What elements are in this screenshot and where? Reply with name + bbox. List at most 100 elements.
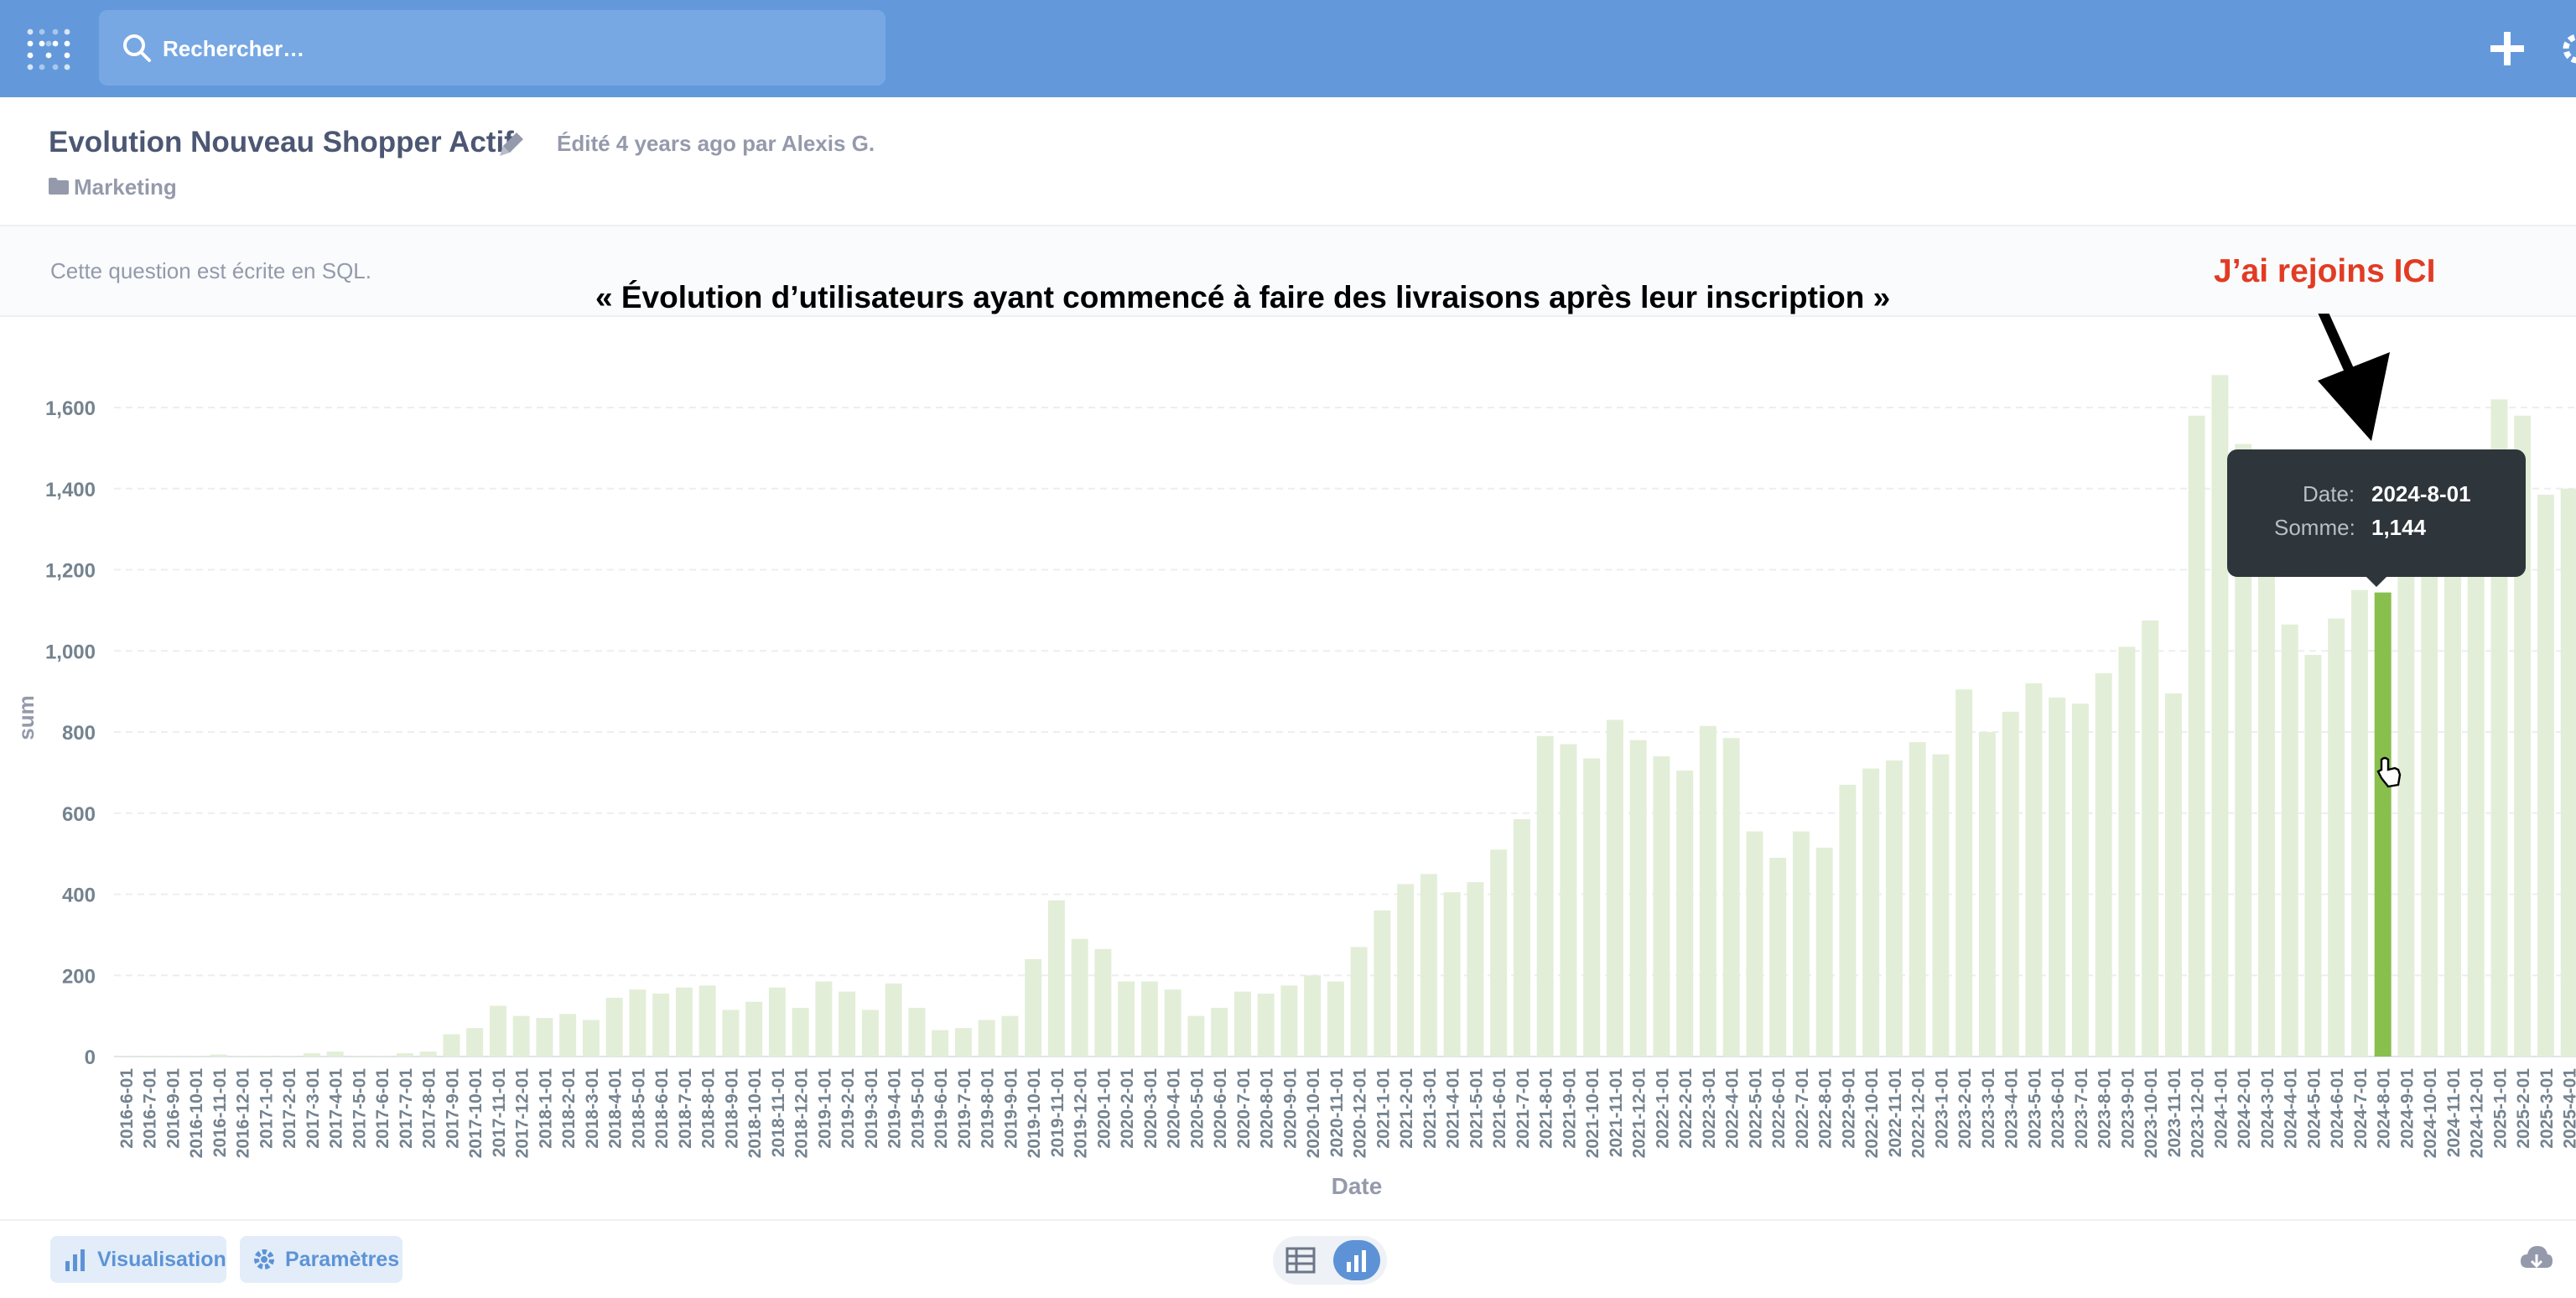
bar-2017-3-01[interactable] <box>303 1053 320 1057</box>
bar-2023-11-01[interactable] <box>2164 693 2182 1057</box>
bar-2020-1-01[interactable] <box>1094 948 1112 1057</box>
bar-2021-3-01[interactable] <box>1420 874 1437 1057</box>
bar-2022-8-01[interactable] <box>1815 847 1833 1057</box>
new-plus-icon[interactable] <box>2484 25 2531 72</box>
bar-2023-8-01[interactable] <box>2095 672 2112 1057</box>
bar-2024-10-01[interactable] <box>2421 529 2438 1057</box>
bar-2023-7-01[interactable] <box>2071 704 2089 1057</box>
bar-2017-11-01[interactable] <box>489 1005 506 1057</box>
bar-2019-1-01[interactable] <box>815 981 833 1057</box>
bar-2016-9-01[interactable] <box>164 1056 181 1057</box>
bar-2017-7-01[interactable] <box>396 1053 413 1057</box>
bar-2023-2-01[interactable] <box>1955 689 1973 1057</box>
bar-2022-4-01[interactable] <box>1722 738 1740 1057</box>
bar-2020-8-01[interactable] <box>1257 994 1275 1057</box>
visualisation-button[interactable]: Visualisation <box>50 1236 226 1283</box>
bar-2017-2-01[interactable] <box>280 1056 298 1057</box>
bar-2019-9-01[interactable] <box>1001 1015 1019 1057</box>
bar-2024-9-01[interactable] <box>2397 537 2415 1057</box>
bar-2019-7-01[interactable] <box>954 1028 972 1057</box>
bar-2022-11-01[interactable] <box>1885 760 1903 1057</box>
bar-2020-6-01[interactable] <box>1211 1007 1228 1057</box>
bar-2018-3-01[interactable] <box>582 1020 600 1057</box>
bar-2019-10-01[interactable] <box>1025 958 1042 1057</box>
bar-2021-1-01[interactable] <box>1374 910 1391 1057</box>
bar-2020-11-01[interactable] <box>1327 981 1344 1057</box>
bar-2019-11-01[interactable] <box>1047 900 1065 1057</box>
settings-gear-icon[interactable] <box>2558 29 2576 69</box>
bar-2021-5-01[interactable] <box>1467 881 1484 1057</box>
bar-2023-5-01[interactable] <box>2025 683 2043 1057</box>
bar-2019-5-01[interactable] <box>908 1007 926 1057</box>
bar-2019-6-01[interactable] <box>932 1030 949 1057</box>
pencil-edit-icon[interactable] <box>495 127 528 161</box>
bar-2022-6-01[interactable] <box>1769 857 1787 1057</box>
metabase-logo-icon[interactable] <box>27 27 70 70</box>
bar-2022-9-01[interactable] <box>1839 784 1857 1057</box>
bar-2023-1-01[interactable] <box>1932 754 1950 1057</box>
bar-2018-11-01[interactable] <box>768 987 786 1057</box>
bar-2021-10-01[interactable] <box>1583 758 1601 1057</box>
bar-2018-10-01[interactable] <box>745 1001 763 1057</box>
bar-2024-6-01[interactable] <box>2328 618 2345 1057</box>
bar-2018-7-01[interactable] <box>675 987 693 1057</box>
bar-2017-10-01[interactable] <box>466 1028 484 1057</box>
download-cloud-icon[interactable] <box>2519 1244 2554 1275</box>
bar-2021-8-01[interactable] <box>1536 735 1554 1057</box>
bar-2020-5-01[interactable] <box>1187 1015 1205 1057</box>
bar-2018-6-01[interactable] <box>652 994 670 1057</box>
bar-2016-6-01[interactable] <box>117 1056 134 1057</box>
bar-2018-2-01[interactable] <box>559 1014 577 1057</box>
table-view-icon[interactable] <box>1285 1244 1317 1276</box>
bar-2020-3-01[interactable] <box>1140 981 1158 1057</box>
bar-2018-8-01[interactable] <box>699 985 716 1057</box>
bar-2021-2-01[interactable] <box>1397 884 1415 1057</box>
bar-2016-11-01[interactable] <box>210 1054 227 1057</box>
bar-2018-4-01[interactable] <box>605 997 623 1057</box>
bar-2024-7-01[interactable] <box>2350 589 2368 1057</box>
bar-2022-2-01[interactable] <box>1676 770 1694 1057</box>
bar-2022-12-01[interactable] <box>1909 742 1926 1057</box>
bar-2019-8-01[interactable] <box>978 1020 995 1057</box>
bar-2024-5-01[interactable] <box>2304 655 2322 1057</box>
bar-2018-1-01[interactable] <box>536 1018 553 1057</box>
bar-2025-3-01[interactable] <box>2537 495 2554 1057</box>
bar-2024-12-01[interactable] <box>2467 508 2485 1057</box>
bar-2023-10-01[interactable] <box>2142 620 2159 1057</box>
bar-2016-12-01[interactable] <box>233 1056 251 1057</box>
bar-2017-1-01[interactable] <box>257 1056 274 1057</box>
bar-2022-1-01[interactable] <box>1653 756 1670 1057</box>
bar-2021-7-01[interactable] <box>1513 819 1530 1057</box>
bar-2021-9-01[interactable] <box>1560 744 1577 1057</box>
bar-2017-12-01[interactable] <box>512 1015 530 1057</box>
bar-2022-5-01[interactable] <box>1746 831 1763 1057</box>
bar-2020-2-01[interactable] <box>1118 981 1135 1057</box>
chart-view-button[interactable] <box>1333 1240 1380 1280</box>
bar-2016-7-01[interactable] <box>140 1056 158 1057</box>
bar-2019-12-01[interactable] <box>1071 938 1088 1057</box>
bar-2024-4-01[interactable] <box>2281 624 2298 1057</box>
bar-2024-8-01[interactable] <box>2374 592 2392 1057</box>
bar-2023-12-01[interactable] <box>2188 415 2205 1057</box>
bar-2020-10-01[interactable] <box>1304 975 1322 1057</box>
bar-2016-10-01[interactable] <box>187 1056 205 1057</box>
bar-2019-4-01[interactable] <box>885 983 902 1057</box>
bar-2020-7-01[interactable] <box>1233 991 1251 1057</box>
bar-2021-12-01[interactable] <box>1629 740 1647 1057</box>
bar-2018-5-01[interactable] <box>629 989 647 1057</box>
bar-2018-12-01[interactable] <box>792 1007 809 1057</box>
bar-2023-6-01[interactable] <box>2049 697 2066 1057</box>
bar-2023-4-01[interactable] <box>2002 711 2019 1057</box>
bar-2020-9-01[interactable] <box>1280 985 1298 1057</box>
bar-2018-9-01[interactable] <box>722 1010 740 1057</box>
bar-2022-3-01[interactable] <box>1699 725 1716 1057</box>
bar-2019-3-01[interactable] <box>861 1010 879 1057</box>
bar-2021-11-01[interactable] <box>1606 719 1623 1057</box>
bar-2021-4-01[interactable] <box>1443 892 1461 1057</box>
bar-2021-6-01[interactable] <box>1490 849 1508 1057</box>
bar-2017-4-01[interactable] <box>326 1051 344 1057</box>
bar-2017-8-01[interactable] <box>419 1051 437 1057</box>
search-input[interactable] <box>161 29 835 69</box>
bar-2022-7-01[interactable] <box>1792 831 1810 1057</box>
bar-2023-3-01[interactable] <box>1978 732 1996 1057</box>
